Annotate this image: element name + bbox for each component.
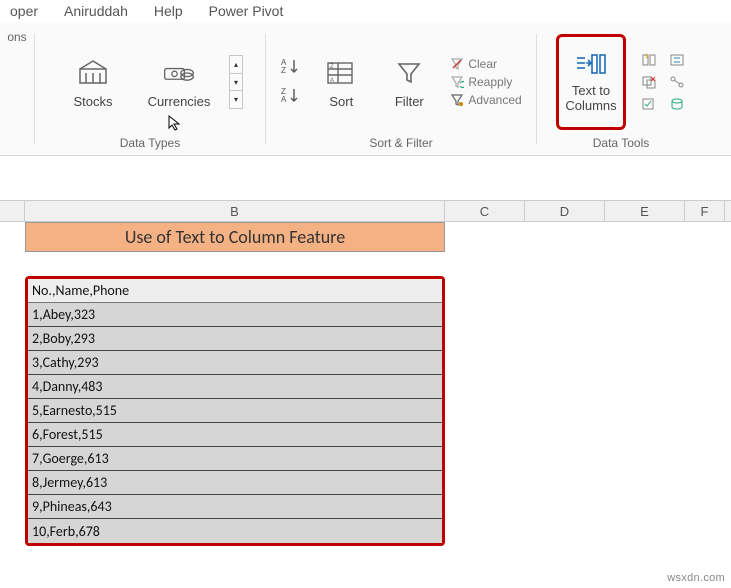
ribbon: ons Stocks Currencies ▴ ▾ xyxy=(0,22,731,156)
data-types-spinner[interactable]: ▴ ▾ ▾ xyxy=(229,55,243,109)
table-row[interactable]: No.,Name,Phone xyxy=(28,279,442,303)
text-to-columns-button[interactable]: Text to Columns xyxy=(556,34,625,130)
table-row[interactable]: 9,Phineas,643 xyxy=(28,495,442,519)
text-to-columns-label-1: Text to xyxy=(572,83,610,98)
column-headers: B C D E F xyxy=(0,200,731,222)
svg-text:Z: Z xyxy=(330,64,334,70)
consolidate-button[interactable] xyxy=(668,52,686,68)
column-header-c[interactable]: C xyxy=(445,201,525,221)
select-all-corner[interactable] xyxy=(0,201,25,221)
menu-power-pivot[interactable]: Power Pivot xyxy=(205,3,288,19)
spinner-more-icon[interactable]: ▾ xyxy=(230,91,242,108)
table-row[interactable]: 8,Jermey,613 xyxy=(28,471,442,495)
manage-data-model-button[interactable] xyxy=(668,96,686,112)
data-validation-button[interactable] xyxy=(640,96,658,112)
title-cell[interactable]: Use of Text to Column Feature xyxy=(25,222,445,252)
menu-developer[interactable]: oper xyxy=(6,3,42,19)
table-row[interactable]: 4,Danny,483 xyxy=(28,375,442,399)
currencies-label: Currencies xyxy=(148,94,211,109)
clear-filter-button[interactable]: Clear xyxy=(450,57,521,71)
group-data-tools: Text to Columns Data Tools xyxy=(537,30,705,150)
menu-help[interactable]: Help xyxy=(150,3,187,19)
filter-label: Filter xyxy=(395,94,424,109)
stocks-button[interactable]: Stocks xyxy=(57,43,129,121)
clear-label: Clear xyxy=(468,57,497,71)
data-types-group-label: Data Types xyxy=(120,136,180,150)
sort-desc-button[interactable]: ZA xyxy=(280,86,300,107)
column-header-f[interactable]: F xyxy=(685,201,725,221)
data-tools-mini xyxy=(640,52,686,112)
text-to-columns-label-2: Columns xyxy=(565,98,616,113)
flash-fill-button[interactable] xyxy=(640,52,658,68)
table-row[interactable]: 5,Earnesto,515 xyxy=(28,399,442,423)
group-addins-fragment: ons xyxy=(0,30,34,150)
relationships-button[interactable] xyxy=(668,74,686,90)
sort-filter-group-label: Sort & Filter xyxy=(369,136,432,150)
remove-duplicates-button[interactable] xyxy=(640,74,658,90)
spinner-up-icon[interactable]: ▴ xyxy=(230,56,242,74)
selected-range[interactable]: No.,Name,Phone 1,Abey,323 2,Boby,293 3,C… xyxy=(25,276,445,546)
svg-text:Z: Z xyxy=(281,66,286,75)
sort-asc-button[interactable]: AZ xyxy=(280,57,300,78)
filter-icon xyxy=(392,56,426,90)
spinner-down-icon[interactable]: ▾ xyxy=(230,74,242,92)
reapply-filter-button[interactable]: Reapply xyxy=(450,75,521,89)
currencies-icon xyxy=(162,56,196,90)
table-row[interactable]: 2,Boby,293 xyxy=(28,327,442,351)
currencies-button[interactable]: Currencies xyxy=(143,43,215,121)
filter-button[interactable]: Filter xyxy=(382,43,436,121)
column-header-d[interactable]: D xyxy=(525,201,605,221)
watermark: wsxdn.com xyxy=(667,572,725,584)
reapply-icon xyxy=(450,75,464,89)
sort-button[interactable]: ZA Sort xyxy=(314,43,368,121)
svg-text:A: A xyxy=(330,78,334,84)
addins-label: ons xyxy=(7,30,26,44)
column-header-b[interactable]: B xyxy=(25,201,445,221)
group-data-types: Stocks Currencies ▴ ▾ ▾ Data Types xyxy=(35,30,265,150)
advanced-label: Advanced xyxy=(468,93,521,107)
table-row[interactable]: 6,Forest,515 xyxy=(28,423,442,447)
advanced-icon xyxy=(450,93,464,107)
reapply-label: Reapply xyxy=(468,75,512,89)
menu-aniruddah[interactable]: Aniruddah xyxy=(60,3,132,19)
sort-icon: ZA xyxy=(324,56,358,90)
empty-row xyxy=(0,252,731,276)
group-sort-filter: AZ ZA ZA Sort Filter xyxy=(266,30,536,150)
svg-text:A: A xyxy=(281,95,287,104)
menu-bar: oper Aniruddah Help Power Pivot xyxy=(0,0,731,22)
stocks-label: Stocks xyxy=(73,94,112,109)
column-header-e[interactable]: E xyxy=(605,201,685,221)
table-row[interactable]: 10,Ferb,678 xyxy=(28,519,442,543)
advanced-filter-button[interactable]: Advanced xyxy=(450,93,521,107)
table-row[interactable]: 7,Goerge,613 xyxy=(28,447,442,471)
table-row[interactable]: 3,Cathy,293 xyxy=(28,351,442,375)
text-to-columns-icon xyxy=(574,52,608,81)
clear-icon xyxy=(450,57,464,71)
table-row[interactable]: 1,Abey,323 xyxy=(28,303,442,327)
stocks-icon xyxy=(76,56,110,90)
data-tools-group-label: Data Tools xyxy=(593,136,649,150)
sort-label: Sort xyxy=(329,94,353,109)
spreadsheet: B C D E F Use of Text to Column Feature … xyxy=(0,200,731,546)
